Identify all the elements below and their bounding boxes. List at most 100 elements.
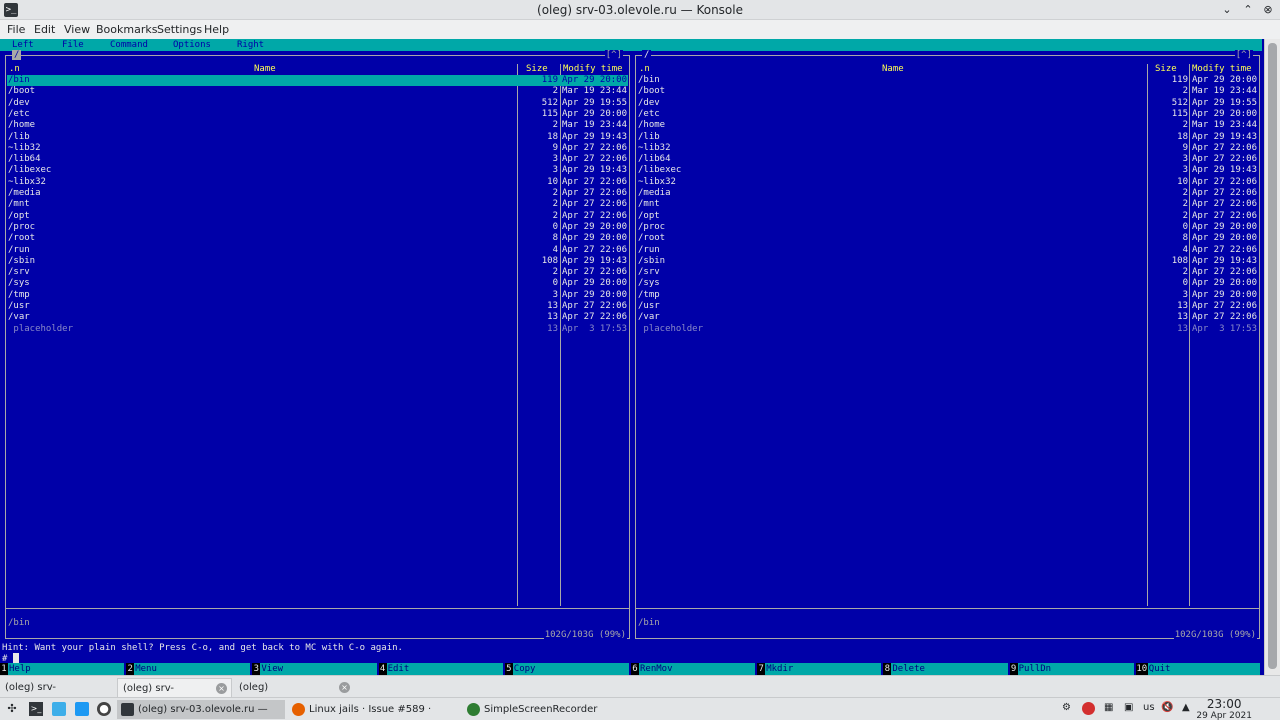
- maximize-icon[interactable]: ⌃: [1240, 2, 1256, 18]
- menu-view[interactable]: View: [64, 23, 90, 36]
- left-file-row[interactable]: ~lib32 9 Apr 27 22:06: [7, 143, 628, 154]
- fkey-edit[interactable]: 4 Edit: [378, 663, 503, 675]
- left-file-row[interactable]: ~libx32 10 Apr 27 22:06: [7, 177, 628, 188]
- right-file-row[interactable]: /mnt 2 Apr 27 22:06: [637, 199, 1258, 210]
- right-file-row[interactable]: /root 8 Apr 29 20:00: [637, 233, 1258, 244]
- right-file-row[interactable]: /srv 2 Apr 27 22:06: [637, 267, 1258, 278]
- right-file-row[interactable]: /libexec 3 Apr 29 19:43: [637, 165, 1258, 176]
- col-mtime[interactable]: Modify time: [1192, 64, 1252, 74]
- mc-menu-left[interactable]: Left: [12, 40, 34, 50]
- network-tray-icon[interactable]: ▣: [1124, 702, 1133, 713]
- mc-menu-command[interactable]: Command: [110, 40, 148, 50]
- file-manager-icon[interactable]: [52, 702, 66, 716]
- right-file-row[interactable]: /proc 0 Apr 29 20:00: [637, 222, 1258, 233]
- volume-muted-icon[interactable]: 🔇: [1161, 702, 1173, 713]
- task-konsole[interactable]: (oleg) srv-03.olevole.ru — Konsole: [117, 700, 285, 719]
- right-file-row[interactable]: /tmp 3 Apr 29 20:00: [637, 290, 1258, 301]
- left-file-row[interactable]: /lib64 3 Apr 27 22:06: [7, 154, 628, 165]
- right-file-row[interactable]: ~libx32 10 Apr 27 22:06: [637, 177, 1258, 188]
- fkey-copy[interactable]: 5 Copy: [504, 663, 629, 675]
- task-firefox[interactable]: Linux jails · Issue #589 · cbsd/cbsd...: [288, 700, 460, 719]
- left-file-row[interactable]: /proc 0 Apr 29 20:00: [7, 222, 628, 233]
- right-file-row[interactable]: /var 13 Apr 27 22:06: [637, 312, 1258, 323]
- scrollbar-thumb[interactable]: [1268, 43, 1277, 669]
- left-file-row[interactable]: /run 4 Apr 27 22:06: [7, 245, 628, 256]
- left-file-row[interactable]: /root 8 Apr 29 20:00: [7, 233, 628, 244]
- left-panel-history-button[interactable]: [^]: [604, 50, 623, 60]
- fkey-quit[interactable]: 10 Quit: [1135, 663, 1260, 675]
- close-icon[interactable]: ⊗: [1260, 2, 1276, 18]
- right-file-row[interactable]: /opt 2 Apr 27 22:06: [637, 211, 1258, 222]
- left-file-row[interactable]: /sys 0 Apr 29 20:00: [7, 278, 628, 289]
- right-file-row[interactable]: /boot 2 Mar 19 23:44: [637, 86, 1258, 97]
- left-file-row[interactable]: /bin 119 Apr 29 20:00: [7, 75, 628, 86]
- right-file-row[interactable]: /lib 18 Apr 29 19:43: [637, 132, 1258, 143]
- terminal-launcher-icon[interactable]: >_: [29, 702, 43, 716]
- mc-menu-options[interactable]: Options: [173, 40, 211, 50]
- left-file-row[interactable]: /usr 13 Apr 27 22:06: [7, 301, 628, 312]
- app-launcher-icon[interactable]: ✣: [5, 702, 19, 716]
- fkey-menu[interactable]: 2 Menu: [126, 663, 251, 675]
- tab-close-icon[interactable]: ×: [339, 682, 350, 693]
- menu-edit[interactable]: Edit: [34, 23, 55, 36]
- left-file-row[interactable]: /media 2 Apr 27 22:06: [7, 188, 628, 199]
- right-file-row[interactable]: /bin 119 Apr 29 20:00: [637, 75, 1258, 86]
- right-panel[interactable]: / [^] .n Name Size Modify time /bin 119 Ap…: [635, 50, 1260, 640]
- col-n[interactable]: .n: [639, 64, 650, 74]
- clock[interactable]: 23:00 29 Apr 2021: [1196, 698, 1252, 720]
- discover-icon[interactable]: [75, 702, 89, 716]
- tab-mother[interactable]: (oleg) mother.olevole.ru ×: [234, 678, 354, 712]
- right-file-row[interactable]: placeholder 13 Apr 3 17:53: [637, 324, 1258, 335]
- left-file-row[interactable]: /libexec 3 Apr 29 19:43: [7, 165, 628, 176]
- menu-bookmarks[interactable]: Bookmarks: [96, 23, 157, 36]
- right-panel-history-button[interactable]: [^]: [1234, 50, 1253, 60]
- clipboard-tray-icon[interactable]: ▦: [1104, 702, 1113, 713]
- left-file-row[interactable]: /var 13 Apr 27 22:06: [7, 312, 628, 323]
- left-file-row[interactable]: /dev 512 Apr 29 19:55: [7, 98, 628, 109]
- right-file-row[interactable]: /sbin 108 Apr 29 19:43: [637, 256, 1258, 267]
- left-file-row[interactable]: /mnt 2 Apr 27 22:06: [7, 199, 628, 210]
- menu-settings[interactable]: Settings: [157, 23, 202, 36]
- left-panel[interactable]: / [^] .n Name Size Modify time /bin 119 Ap…: [5, 50, 630, 640]
- left-file-row[interactable]: /boot 2 Mar 19 23:44: [7, 86, 628, 97]
- record-tray-icon[interactable]: [1082, 702, 1095, 715]
- right-file-row[interactable]: /media 2 Apr 27 22:06: [637, 188, 1258, 199]
- keyboard-layout[interactable]: us: [1143, 702, 1155, 713]
- col-n[interactable]: .n: [9, 64, 20, 74]
- right-file-row[interactable]: /usr 13 Apr 27 22:06: [637, 301, 1258, 312]
- fkey-help[interactable]: 1 Help: [0, 663, 125, 675]
- fkey-delete[interactable]: 8 Delete: [883, 663, 1008, 675]
- right-file-row[interactable]: /etc 115 Apr 29 20:00: [637, 109, 1258, 120]
- left-file-row[interactable]: /home 2 Mar 19 23:44: [7, 120, 628, 131]
- menu-file[interactable]: File: [7, 23, 25, 36]
- fkey-renmov[interactable]: 6 RenMov: [631, 663, 756, 675]
- minimize-icon[interactable]: ⌄: [1219, 2, 1235, 18]
- window-titlebar[interactable]: >_ (oleg) srv-03.olevole.ru — Konsole ⌄ …: [0, 0, 1280, 20]
- right-file-row[interactable]: /home 2 Mar 19 23:44: [637, 120, 1258, 131]
- right-file-row[interactable]: /lib64 3 Apr 27 22:06: [637, 154, 1258, 165]
- left-file-row[interactable]: /lib 18 Apr 29 19:43: [7, 132, 628, 143]
- menu-help[interactable]: Help: [204, 23, 229, 36]
- fkey-view[interactable]: 3 View: [252, 663, 377, 675]
- col-size[interactable]: Size: [1155, 64, 1177, 74]
- col-size[interactable]: Size: [526, 64, 548, 74]
- col-name[interactable]: Name: [254, 64, 276, 74]
- right-file-row[interactable]: /run 4 Apr 27 22:06: [637, 245, 1258, 256]
- terminal-area[interactable]: Left File Command Options Right / [^] .n…: [0, 39, 1280, 675]
- terminal-scrollbar[interactable]: [1264, 39, 1280, 675]
- left-file-row[interactable]: placeholder 13 Apr 3 17:53: [7, 324, 628, 335]
- browser-icon[interactable]: ●: [97, 702, 111, 716]
- right-file-row[interactable]: /sys 0 Apr 29 20:00: [637, 278, 1258, 289]
- tray-expand-icon[interactable]: ▲: [1182, 702, 1190, 713]
- mc-menu-file[interactable]: File: [62, 40, 84, 50]
- left-file-row[interactable]: /srv 2 Apr 27 22:06: [7, 267, 628, 278]
- fkey-mkdir[interactable]: 7 Mkdir: [757, 663, 882, 675]
- tab-close-icon[interactable]: ×: [216, 683, 227, 694]
- fkey-pulldn[interactable]: 9 PullDn: [1009, 663, 1134, 675]
- col-mtime[interactable]: Modify time: [563, 64, 623, 74]
- left-file-row[interactable]: /sbin 108 Apr 29 19:43: [7, 256, 628, 267]
- left-file-row[interactable]: /tmp 3 Apr 29 20:00: [7, 290, 628, 301]
- col-name[interactable]: Name: [882, 64, 904, 74]
- left-file-row[interactable]: /etc 115 Apr 29 20:00: [7, 109, 628, 120]
- settings-tray-icon[interactable]: ⚙: [1062, 702, 1071, 713]
